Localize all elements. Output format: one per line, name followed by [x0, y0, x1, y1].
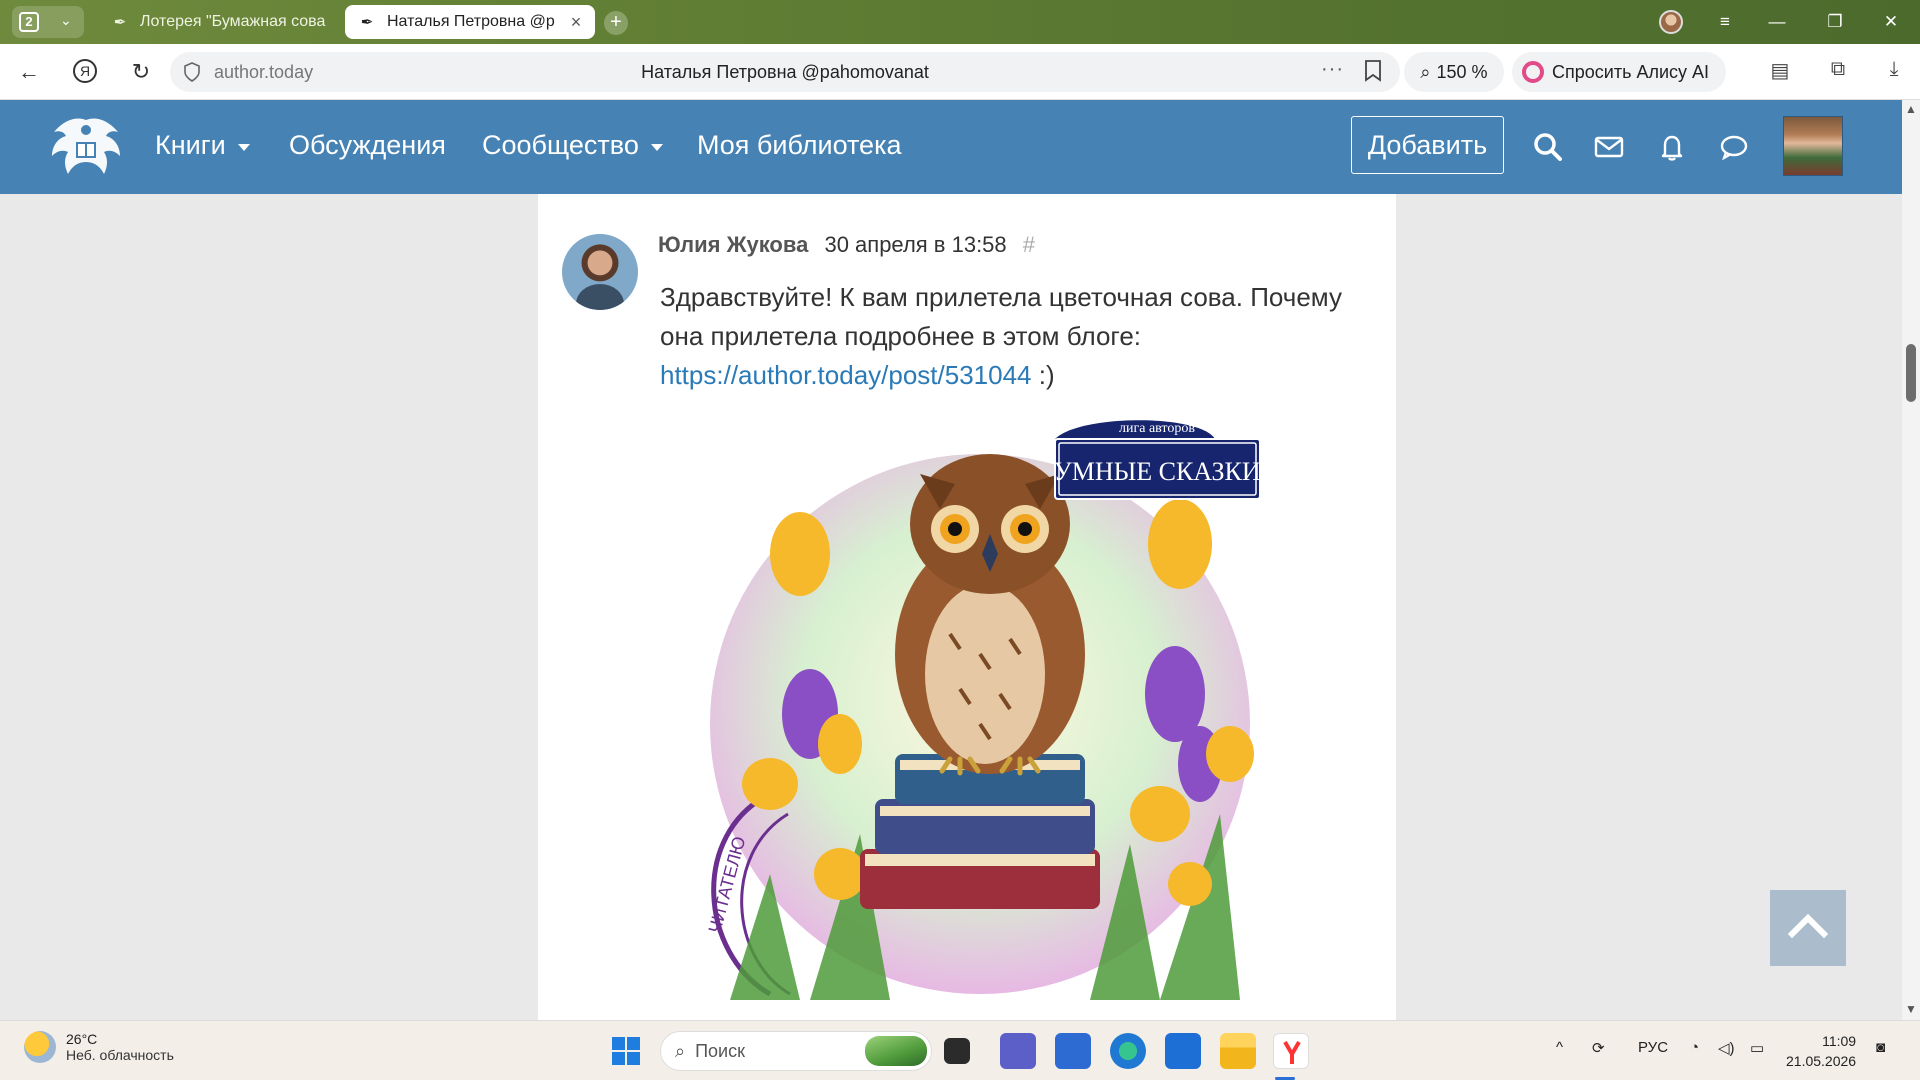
- nav-books-label: Книги: [155, 130, 226, 160]
- author-avatar[interactable]: [562, 234, 638, 310]
- site-logo[interactable]: [46, 112, 126, 182]
- scroll-down-icon[interactable]: ▼: [1905, 1002, 1917, 1016]
- post-text: Здравствуйте! К вам прилетела цветочная …: [660, 282, 1342, 351]
- tab-profile[interactable]: ✒ Наталья Петровна @p ×: [345, 5, 595, 39]
- downloads-icon[interactable]: ⤓: [1880, 58, 1908, 86]
- scroll-to-top-button[interactable]: [1770, 890, 1846, 966]
- weather-desc: Неб. облачность: [66, 1047, 174, 1063]
- nav-books[interactable]: Книги: [155, 130, 250, 161]
- translate-icon[interactable]: ⧉: [1824, 58, 1852, 86]
- clock[interactable]: 11:09 21.05.2026: [1786, 1031, 1856, 1071]
- outlook-icon[interactable]: [1165, 1033, 1201, 1069]
- permalink-hash[interactable]: #: [1023, 232, 1035, 257]
- tab-label: Лотерея "Бумажная сова: [140, 13, 326, 30]
- post-body: Здравствуйте! К вам прилетела цветочная …: [660, 278, 1380, 395]
- store-icon[interactable]: [1055, 1033, 1091, 1069]
- file-explorer-icon[interactable]: [1220, 1033, 1256, 1069]
- volume-icon[interactable]: ◁): [1718, 1039, 1735, 1057]
- svg-text:Я: Я: [80, 63, 90, 79]
- tab-count: 2: [19, 12, 39, 32]
- bell-icon[interactable]: [1655, 130, 1689, 164]
- browser-menu-icon[interactable]: ≡: [1710, 8, 1740, 36]
- zoom-button[interactable]: ⌕ 150 %: [1404, 52, 1504, 92]
- ask-alice-button[interactable]: Спросить Алису AI: [1512, 52, 1726, 92]
- clock-date: 21.05.2026: [1786, 1053, 1857, 1069]
- sync-icon[interactable]: ⟳: [1592, 1039, 1605, 1057]
- post-link[interactable]: https://author.today/post/531044: [660, 360, 1032, 390]
- tab-lottery[interactable]: ✒ Лотерея "Бумажная сова: [98, 5, 334, 39]
- url-page-title: Наталья Петровна @pahomovanat: [641, 62, 929, 82]
- weather-temp: 26°C: [66, 1031, 98, 1047]
- weather-icon: [24, 1031, 56, 1063]
- browser-profile-avatar[interactable]: [1659, 10, 1683, 34]
- close-tab-icon[interactable]: ×: [565, 12, 587, 33]
- zoom-icon: ⌕: [1420, 61, 1431, 82]
- teams-icon[interactable]: [1000, 1033, 1036, 1069]
- nav-discussions-label: Обсуждения: [289, 130, 446, 160]
- input-language[interactable]: РУС: [1638, 1039, 1668, 1056]
- owl-illustration: ЧИТАТЕЛЮ лига авторов УМНЫЕ СКАЗКИ: [660, 414, 1320, 1000]
- taskbar-search[interactable]: ⌕ Поиск: [660, 1031, 932, 1071]
- battery-icon[interactable]: ▭: [1750, 1039, 1764, 1057]
- more-icon[interactable]: ···: [1321, 58, 1344, 81]
- post-date: 30 апреля в 13:58: [824, 232, 1007, 257]
- taskbar-search-placeholder: Поиск: [695, 1040, 745, 1061]
- yandex-icon[interactable]: Я: [70, 58, 100, 88]
- bookmark-icon[interactable]: [1364, 60, 1382, 82]
- nav-library-label: Моя библиотека: [697, 130, 902, 160]
- search-highlight-image: [865, 1036, 927, 1066]
- nav-community[interactable]: Сообщество: [482, 130, 663, 161]
- add-button[interactable]: Добавить: [1351, 116, 1504, 174]
- tab-counter-button[interactable]: 2 ⌄: [12, 6, 84, 38]
- caret-down-icon: [650, 144, 663, 151]
- start-icon[interactable]: [608, 1033, 644, 1069]
- badge-title: УМНЫЕ СКАЗКИ: [1053, 457, 1261, 486]
- site-header: Книги Обсуждения Сообщество Моя библиоте…: [0, 100, 1902, 194]
- search-icon[interactable]: [1531, 130, 1565, 164]
- scrollbar-thumb[interactable]: [1906, 344, 1916, 402]
- chat-icon[interactable]: [1717, 130, 1751, 164]
- site-favicon-icon: ✒: [360, 14, 374, 31]
- address-bar-row: ← Я ↻ author.today Наталья Петровна @pah…: [0, 44, 1920, 100]
- url-field[interactable]: author.today Наталья Петровна @pahomovan…: [170, 52, 1400, 92]
- close-window-icon[interactable]: ✕: [1876, 8, 1906, 36]
- weather-widget[interactable]: 26°C Неб. облачность: [24, 1031, 174, 1063]
- minimize-icon[interactable]: —: [1762, 8, 1792, 36]
- tab-label: Наталья Петровна @p: [387, 13, 555, 30]
- umnye-skazki-badge: лига авторов УМНЫЕ СКАЗКИ: [1053, 420, 1261, 500]
- badge-arc-text: лига авторов: [1119, 421, 1195, 436]
- nav-library[interactable]: Моя библиотека: [697, 130, 902, 161]
- page-scrollbar[interactable]: ▲ ▼: [1902, 100, 1920, 1020]
- notifications-icon[interactable]: ◙: [1876, 1039, 1885, 1056]
- search-icon: ⌕: [675, 1040, 686, 1061]
- yandex-browser-icon[interactable]: [1273, 1033, 1309, 1069]
- site-favicon-icon: ✒: [113, 14, 127, 31]
- mail-icon[interactable]: [1592, 130, 1626, 164]
- browser-tab-strip: 2 ⌄ ✒ Лотерея "Бумажная сова ✒ Наталья П…: [0, 0, 1920, 44]
- nav-community-label: Сообщество: [482, 130, 639, 160]
- restore-icon[interactable]: ❐: [1820, 8, 1850, 36]
- clock-time: 11:09: [1822, 1033, 1857, 1049]
- task-view-icon[interactable]: [944, 1038, 970, 1064]
- nav-discussions[interactable]: Обсуждения: [289, 130, 446, 161]
- user-avatar[interactable]: [1783, 116, 1843, 176]
- post-text-end: :): [1031, 360, 1055, 390]
- tray-overflow-icon[interactable]: ^: [1556, 1039, 1563, 1056]
- post-meta: Юлия Жукова 30 апреля в 13:58 #: [658, 232, 1035, 258]
- new-tab-button[interactable]: +: [604, 11, 628, 35]
- edge-icon[interactable]: [1110, 1033, 1146, 1069]
- zoom-level: 150 %: [1436, 61, 1488, 82]
- post-card: Юлия Жукова 30 апреля в 13:58 # Здравств…: [538, 194, 1396, 1020]
- reload-icon[interactable]: ↻: [126, 58, 156, 88]
- windows-taskbar: 26°C Неб. облачность ⌕ Поиск ^ ⟳ РУС ◔ ◁…: [0, 1020, 1920, 1080]
- author-name[interactable]: Юлия Жукова: [658, 232, 808, 257]
- alice-icon: [1522, 61, 1544, 83]
- scroll-up-icon[interactable]: ▲: [1905, 102, 1917, 116]
- collections-icon[interactable]: ▤: [1766, 58, 1794, 86]
- caret-down-icon: [237, 144, 250, 151]
- wifi-icon[interactable]: ◔: [1690, 1039, 1699, 1056]
- back-icon[interactable]: ←: [14, 58, 44, 88]
- chevron-down-icon: ⌄: [60, 12, 72, 28]
- alice-label: Спросить Алису AI: [1552, 61, 1710, 82]
